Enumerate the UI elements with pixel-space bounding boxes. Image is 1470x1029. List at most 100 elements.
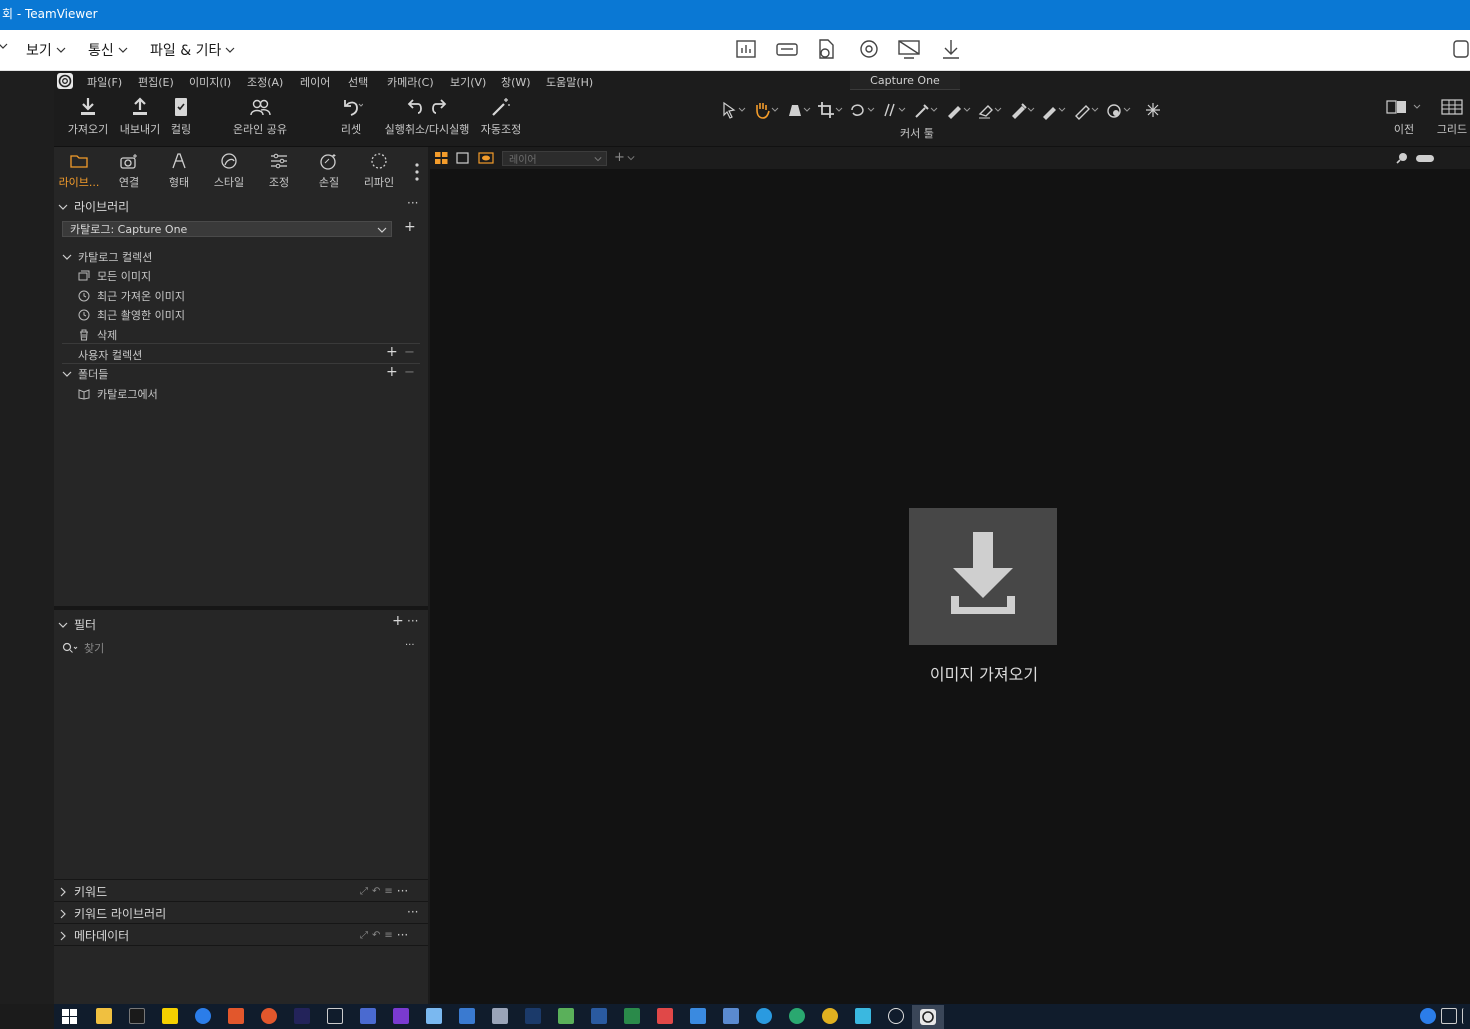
taskbar-app-icon[interactable] bbox=[129, 1008, 145, 1024]
add-folder-button[interactable]: + bbox=[386, 364, 398, 380]
tab-capture[interactable]: 연결 bbox=[104, 152, 154, 190]
menu-window[interactable]: 창(W) bbox=[501, 74, 531, 90]
tab-lens[interactable]: 형태 bbox=[154, 152, 204, 190]
tv-menu-communication[interactable]: 통신 bbox=[88, 40, 128, 60]
expand-icon[interactable]: ⤢ bbox=[360, 886, 368, 897]
edge-icon[interactable] bbox=[789, 1008, 805, 1024]
library-section-header[interactable]: 라이브러리 bbox=[58, 198, 129, 215]
remove-folder-button[interactable]: − bbox=[404, 365, 415, 380]
reboot-icon[interactable] bbox=[857, 38, 883, 62]
taskbar-app-icon[interactable] bbox=[228, 1008, 244, 1024]
photoshop-icon[interactable] bbox=[525, 1008, 541, 1024]
file-transfer-icon[interactable] bbox=[814, 38, 840, 62]
remove-user-collection-button[interactable]: − bbox=[404, 345, 415, 360]
taskbar-app-icon[interactable] bbox=[657, 1008, 673, 1024]
before-button[interactable]: 이전 bbox=[1384, 96, 1424, 137]
settings-gear-icon[interactable] bbox=[888, 1008, 904, 1024]
taskbar-app-icon[interactable] bbox=[327, 1008, 343, 1024]
culling-button[interactable]: 컬링 bbox=[164, 96, 198, 137]
proof-view-icon[interactable] bbox=[478, 152, 494, 164]
zoom-slider[interactable] bbox=[1416, 155, 1434, 162]
file-explorer-icon[interactable] bbox=[96, 1008, 112, 1024]
chrome-icon[interactable] bbox=[822, 1008, 838, 1024]
taskbar-app-icon[interactable] bbox=[393, 1008, 409, 1024]
tool-tabs-more-icon[interactable] bbox=[414, 162, 420, 182]
add-catalog-button[interactable]: + bbox=[404, 219, 416, 235]
teamviewer-taskbar-icon[interactable] bbox=[195, 1008, 211, 1024]
menu-select[interactable]: 선택 bbox=[348, 74, 368, 90]
annotation-tool[interactable] bbox=[1104, 100, 1132, 120]
collection-all-images[interactable]: 모든 이미지 bbox=[78, 268, 151, 284]
tab-retouch[interactable]: 손질 bbox=[304, 152, 354, 190]
brush-tool[interactable] bbox=[944, 100, 972, 120]
taskbar-app-icon[interactable] bbox=[294, 1008, 310, 1024]
collection-recent-captures[interactable]: 최근 촬영한 이미지 bbox=[78, 307, 185, 323]
taskbar-app-icon[interactable] bbox=[459, 1008, 475, 1024]
metadata-more-icon[interactable]: ··· bbox=[397, 928, 408, 942]
reset-button[interactable]: 리셋 bbox=[331, 96, 371, 137]
chart-icon[interactable] bbox=[734, 38, 760, 62]
filter-more-icon[interactable]: ··· bbox=[407, 614, 418, 628]
tv-menu-chevron-overflow[interactable] bbox=[0, 41, 8, 51]
keywords-more-icon[interactable]: ··· bbox=[397, 884, 408, 898]
eraser-tool[interactable] bbox=[976, 100, 1004, 120]
filter-search-input[interactable]: 찾기 bbox=[62, 640, 418, 656]
keystone-tool[interactable] bbox=[784, 100, 812, 120]
layer-select[interactable]: 레이어 bbox=[502, 151, 607, 166]
import-images-button[interactable] bbox=[909, 508, 1057, 645]
keyword-library-tool-header[interactable]: 키워드 라이브러리 bbox=[58, 905, 166, 922]
import-images-label[interactable]: 이미지 가져오기 bbox=[884, 661, 1084, 685]
select-tool[interactable] bbox=[720, 100, 748, 120]
kakaotalk-icon[interactable] bbox=[162, 1008, 178, 1024]
grid-view-icon[interactable] bbox=[435, 152, 448, 164]
clone-tool[interactable] bbox=[1072, 100, 1100, 120]
keywords-tool-header[interactable]: 키워드 bbox=[58, 883, 107, 900]
auto-adjust-button[interactable]: 자동조정 bbox=[479, 96, 523, 137]
crop-tool[interactable] bbox=[816, 100, 844, 120]
add-filter-button[interactable]: + bbox=[392, 613, 404, 629]
spot-tool[interactable] bbox=[1142, 100, 1170, 120]
pan-tool[interactable] bbox=[752, 100, 780, 120]
taskbar-app-icon[interactable] bbox=[426, 1008, 442, 1024]
capture-one-logo-icon[interactable] bbox=[57, 73, 73, 89]
undo-icon[interactable]: ↶ bbox=[372, 930, 380, 941]
capture-one-taskbar-button[interactable] bbox=[912, 1005, 944, 1029]
menu-adjust[interactable]: 조정(A) bbox=[247, 74, 283, 90]
taskbar-app-icon[interactable] bbox=[624, 1008, 640, 1024]
filter-search-options-icon[interactable]: ··· bbox=[405, 640, 415, 651]
windows-start-icon[interactable] bbox=[62, 1009, 77, 1024]
undo-icon[interactable]: ↶ bbox=[372, 886, 380, 897]
export-button[interactable]: 내보내기 bbox=[118, 96, 162, 137]
menu-help[interactable]: 도움말(H) bbox=[546, 74, 593, 90]
heal-tool[interactable] bbox=[1040, 100, 1068, 120]
library-more-icon[interactable]: ··· bbox=[407, 196, 418, 210]
taskbar-app-icon[interactable] bbox=[855, 1008, 871, 1024]
menu-camera[interactable]: 카메라(C) bbox=[387, 74, 434, 90]
menu-file[interactable]: 파일(F) bbox=[87, 74, 122, 90]
keyword-library-more-icon[interactable]: ··· bbox=[407, 905, 418, 919]
download-icon[interactable] bbox=[939, 38, 965, 62]
zoom-icon[interactable] bbox=[1396, 152, 1408, 164]
catalog-collections-header[interactable]: 카탈로그 컬렉션 bbox=[62, 249, 152, 265]
filter-section-header[interactable]: 필터 bbox=[58, 616, 96, 633]
internet-explorer-icon[interactable] bbox=[756, 1008, 772, 1024]
collection-recent-imports[interactable]: 최근 가져온 이미지 bbox=[78, 288, 185, 304]
menu-view[interactable]: 보기(V) bbox=[450, 74, 486, 90]
tab-adjust[interactable]: 조정 bbox=[254, 152, 304, 190]
menu-image[interactable]: 이미지(I) bbox=[189, 74, 231, 90]
import-button[interactable]: 가져오기 bbox=[66, 96, 110, 137]
volume-tray-icon[interactable] bbox=[1462, 1008, 1470, 1024]
list-icon[interactable]: ≡ bbox=[384, 930, 392, 941]
straighten-tool[interactable] bbox=[880, 100, 908, 120]
tv-menu-files-extras[interactable]: 파일 & 기타 bbox=[150, 40, 235, 60]
menu-layer[interactable]: 레이어 bbox=[300, 74, 330, 90]
taskbar-app-icon[interactable] bbox=[261, 1008, 277, 1024]
collection-trash[interactable]: 삭제 bbox=[78, 327, 117, 343]
list-icon[interactable]: ≡ bbox=[384, 886, 392, 897]
online-share-button[interactable]: 온라인 공유 bbox=[228, 96, 292, 137]
taskbar-app-icon[interactable] bbox=[591, 1008, 607, 1024]
single-view-icon[interactable] bbox=[456, 152, 469, 164]
grid-button[interactable]: 그리드 bbox=[1434, 96, 1470, 137]
taskbar-app-icon[interactable] bbox=[690, 1008, 706, 1024]
add-user-collection-button[interactable]: + bbox=[386, 344, 398, 360]
